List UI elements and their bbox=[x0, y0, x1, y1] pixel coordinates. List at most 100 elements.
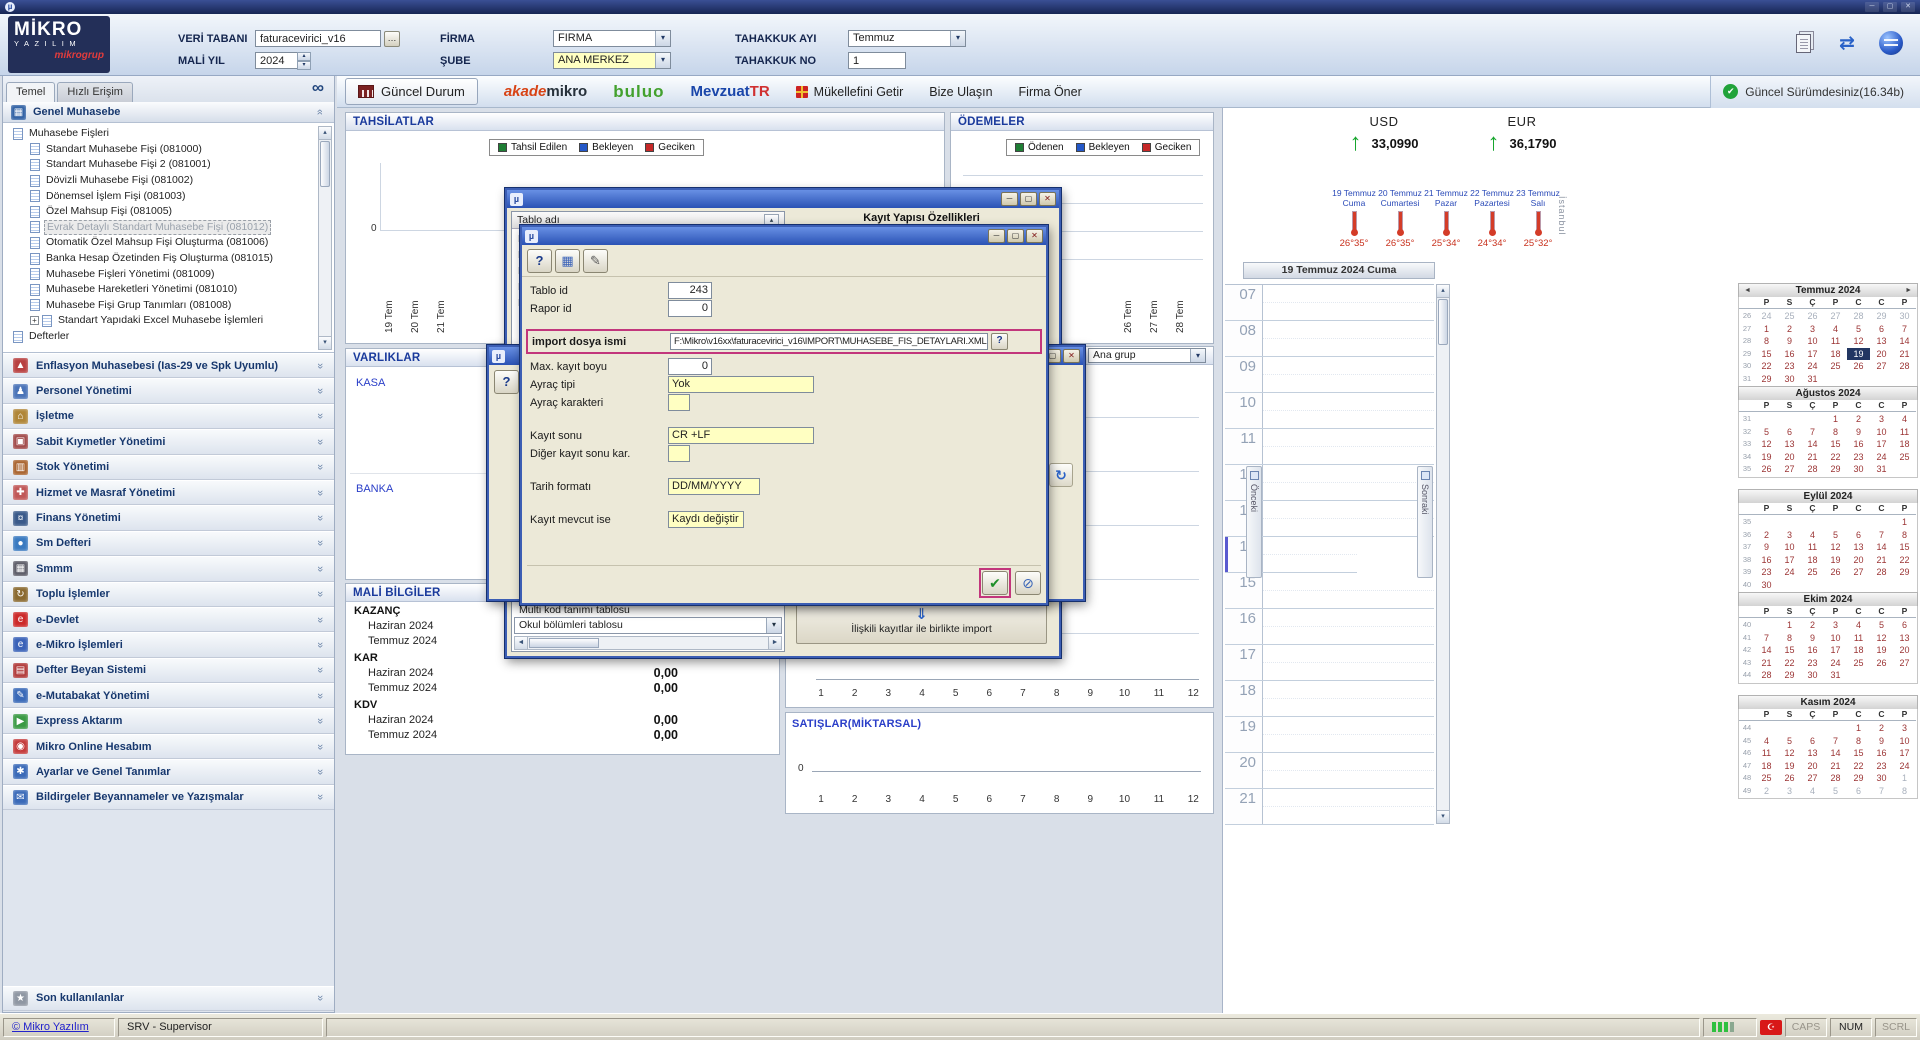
calendar-day[interactable]: 7 bbox=[1824, 735, 1847, 748]
calendar-day[interactable]: 4 bbox=[1847, 619, 1870, 632]
calendar-day[interactable]: 19 bbox=[1847, 348, 1870, 361]
hour-slot[interactable] bbox=[1263, 537, 1357, 572]
calendar-day[interactable]: 16 bbox=[1870, 747, 1893, 760]
scroll-down-icon[interactable]: ▾ bbox=[319, 336, 331, 349]
calendar-hour-row[interactable]: 18 bbox=[1225, 681, 1434, 717]
tree-item[interactable]: Evrak Detaylı Standart Muhasebe Fişi (08… bbox=[5, 220, 334, 236]
calendar-day[interactable]: 28 bbox=[1847, 310, 1870, 323]
field-input[interactable]: Yok bbox=[668, 376, 814, 393]
clipboard-button[interactable] bbox=[1786, 24, 1820, 62]
calendar-day[interactable]: 5 bbox=[1755, 426, 1778, 439]
calendar-day[interactable]: 3 bbox=[1801, 323, 1824, 336]
calendar-hour-row[interactable]: 07 bbox=[1225, 285, 1434, 321]
scroll-right-icon[interactable]: ► bbox=[768, 637, 781, 649]
tahakkuk-no-input[interactable]: 1 bbox=[848, 52, 906, 69]
previous-appointment-tab[interactable]: Önceki bbox=[1246, 466, 1262, 578]
calendar-day[interactable]: 12 bbox=[1778, 747, 1801, 760]
calendar-day[interactable]: 18 bbox=[1755, 760, 1778, 773]
sidebar-section[interactable]: ▤Defter Beyan Sistemi» bbox=[3, 658, 334, 683]
calendar-day[interactable]: 4 bbox=[1801, 529, 1824, 542]
calendar-day[interactable]: 24 bbox=[1893, 760, 1916, 773]
tree-item[interactable]: Muhasebe Fişi Grup Tanımları (081008) bbox=[5, 298, 334, 314]
calendar-hour-row[interactable]: 21 bbox=[1225, 789, 1434, 825]
spinner-down-icon[interactable]: ▾ bbox=[297, 61, 311, 70]
calendar-day[interactable]: 19 bbox=[1824, 554, 1847, 567]
calendar-day[interactable]: 17 bbox=[1893, 747, 1916, 760]
sidebar-section[interactable]: ▲Enflasyon Muhasebesi (Ias-29 ve Spk Uyu… bbox=[3, 353, 334, 378]
calendar-day[interactable]: 24 bbox=[1755, 310, 1778, 323]
mevzuattr-logo[interactable]: Mevzuat TR bbox=[690, 83, 769, 100]
calendar-day[interactable]: 31 bbox=[1824, 669, 1847, 682]
calendar-day[interactable]: 11 bbox=[1847, 632, 1870, 645]
hour-slot[interactable] bbox=[1263, 393, 1434, 428]
hour-slot[interactable] bbox=[1263, 681, 1434, 716]
tahakkuk-ayi-combo[interactable]: Temmuz ▾ bbox=[848, 30, 966, 47]
calendar-day[interactable]: 5 bbox=[1824, 785, 1847, 798]
calendar-day[interactable]: 12 bbox=[1755, 438, 1778, 451]
hour-slot[interactable] bbox=[1263, 573, 1434, 608]
sidebar-section[interactable]: ✱Ayarlar ve Genel Tanımlar» bbox=[3, 759, 334, 784]
calendar-day[interactable]: 7 bbox=[1870, 529, 1893, 542]
calendar-day[interactable]: 19 bbox=[1778, 760, 1801, 773]
scroll-thumb[interactable] bbox=[529, 638, 599, 648]
calendar-day[interactable]: 30 bbox=[1893, 310, 1916, 323]
calendar-day[interactable]: 15 bbox=[1893, 541, 1916, 554]
calendar-hour-row[interactable]: 14 bbox=[1225, 537, 1357, 573]
tab-hizli-erisim[interactable]: Hızlı Erişim bbox=[57, 82, 133, 102]
next-appointment-tab[interactable]: Sonraki bbox=[1417, 466, 1433, 578]
hour-slot[interactable] bbox=[1263, 645, 1434, 680]
table-select-combo[interactable]: Okul bölümleri tablosu ▾ bbox=[514, 617, 782, 634]
calendar-day[interactable]: 19 bbox=[1755, 451, 1778, 464]
calendar-day[interactable]: 17 bbox=[1870, 438, 1893, 451]
calendar-day[interactable]: 19 bbox=[1870, 644, 1893, 657]
sync-button[interactable]: ⇄ bbox=[1830, 24, 1864, 62]
calendar-day[interactable]: 27 bbox=[1778, 463, 1801, 476]
scroll-up-icon[interactable]: ▴ bbox=[319, 127, 331, 140]
window-close-button[interactable]: ✕ bbox=[1901, 2, 1915, 12]
calendar-hour-row[interactable]: 19 bbox=[1225, 717, 1434, 753]
calendar-day[interactable]: 18 bbox=[1847, 644, 1870, 657]
calendar-day[interactable]: 26 bbox=[1824, 566, 1847, 579]
calendar-day[interactable]: 11 bbox=[1801, 541, 1824, 554]
field-input[interactable]: 0 bbox=[668, 300, 712, 317]
calendar-hour-row[interactable]: 16 bbox=[1225, 609, 1434, 645]
calendar-day[interactable]: 16 bbox=[1801, 644, 1824, 657]
calendar-day[interactable]: 23 bbox=[1870, 760, 1893, 773]
dialog-close-button[interactable]: ✕ bbox=[1063, 349, 1080, 363]
calendar-hour-row[interactable]: 20 bbox=[1225, 753, 1434, 789]
calendar-day[interactable]: 23 bbox=[1778, 360, 1801, 373]
dialog-maximize-button[interactable]: ▢ bbox=[1020, 192, 1037, 206]
hour-slot[interactable] bbox=[1263, 717, 1434, 752]
calendar-day[interactable]: 26 bbox=[1755, 463, 1778, 476]
calendar-day[interactable]: 1 bbox=[1893, 772, 1916, 785]
calendar-day[interactable]: 5 bbox=[1847, 323, 1870, 336]
sidebar-section[interactable]: ✉Bildirgeler Beyannameler ve Yazışmalar» bbox=[3, 785, 334, 810]
calendar-day[interactable]: 3 bbox=[1893, 722, 1916, 735]
calendar-day[interactable]: 14 bbox=[1824, 747, 1847, 760]
calendar-day[interactable]: 20 bbox=[1778, 451, 1801, 464]
calendar-day[interactable]: 5 bbox=[1824, 529, 1847, 542]
confirm-button[interactable]: ✔ bbox=[982, 571, 1008, 595]
calendar-day[interactable]: 7 bbox=[1870, 785, 1893, 798]
calendar-day[interactable]: 21 bbox=[1893, 348, 1916, 361]
tree-item[interactable]: Muhasebe Fişleri bbox=[5, 126, 334, 142]
kasa-label[interactable]: KASA bbox=[356, 377, 385, 389]
tree-item[interactable]: Dönemsel İşlem Fişi (081003) bbox=[5, 188, 334, 204]
firma-combo[interactable]: FIRMA ▾ bbox=[553, 30, 671, 47]
hour-slot[interactable] bbox=[1263, 321, 1434, 356]
tree-item[interactable]: Defterler bbox=[5, 329, 334, 345]
calendar-day[interactable]: 20 bbox=[1847, 554, 1870, 567]
calendar-day[interactable]: 31 bbox=[1870, 463, 1893, 476]
calendar-day[interactable]: 5 bbox=[1870, 619, 1893, 632]
refresh-icon-button[interactable]: ↻ bbox=[1049, 463, 1073, 487]
guncel-durum-button[interactable]: Güncel Durum bbox=[345, 78, 478, 105]
buluo-logo[interactable]: buluo bbox=[613, 82, 664, 102]
calendar-day[interactable]: 26 bbox=[1870, 657, 1893, 670]
calendar-day[interactable]: 10 bbox=[1870, 426, 1893, 439]
tree-scrollbar[interactable]: ▴ ▾ bbox=[318, 126, 332, 350]
calendar-day[interactable]: 8 bbox=[1893, 529, 1916, 542]
calendar-day[interactable]: 3 bbox=[1870, 413, 1893, 426]
calendar-hour-row[interactable]: 15 bbox=[1225, 573, 1434, 609]
calendar-day[interactable]: 30 bbox=[1778, 373, 1801, 386]
calendar-day[interactable]: 21 bbox=[1755, 657, 1778, 670]
